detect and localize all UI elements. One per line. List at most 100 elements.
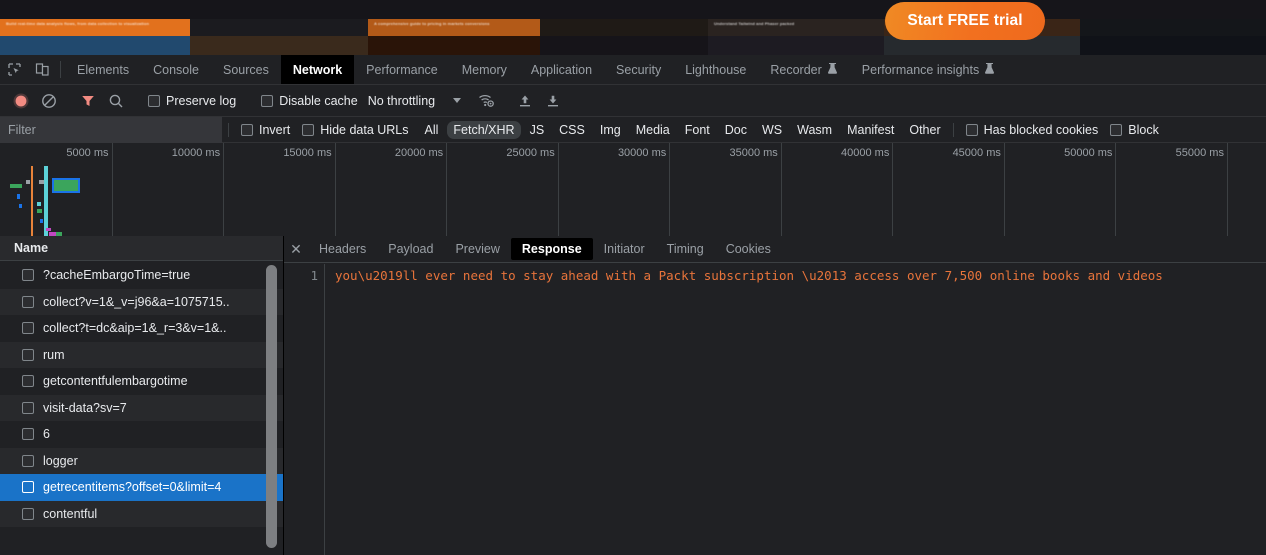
panel-tabs: Elements Console Sources Network Performance… [65,55,1007,84]
tab-network[interactable]: Network [280,55,355,84]
blocked-requests-checkbox[interactable]: Block [1104,123,1165,137]
timeline-bar [19,204,22,208]
timeline-selected-request [52,178,80,193]
filter-type-other[interactable]: Other [903,121,946,139]
book-cover[interactable]: A comprehensive guide to pricing in mark… [368,0,540,55]
filter-type-font[interactable]: Font [679,121,716,139]
detail-tab-preview[interactable]: Preview [444,238,510,260]
book-cover-art [0,36,190,55]
request-detail-panel: ✕ Headers Payload Preview Response Initiator… [284,236,1266,555]
tab-console[interactable]: Console [141,55,211,84]
record-icon[interactable] [8,89,34,113]
flask-icon [984,62,995,77]
filter-type-img[interactable]: Img [594,121,627,139]
timeline-tick-label: 25000 ms [506,147,555,159]
filter-type-media[interactable]: Media [630,121,676,139]
table-row[interactable]: visit-data?sv=7 [0,394,283,421]
close-icon[interactable]: ✕ [284,241,308,258]
throttling-select[interactable]: No throttling [368,94,462,108]
line-number: 1 [284,264,325,555]
tab-application[interactable]: Application [519,55,604,84]
device-toolbar-icon[interactable] [28,55,56,84]
hide-data-urls-checkbox[interactable]: Hide data URLs [296,123,414,137]
row-checkbox[interactable] [22,481,34,494]
row-checkbox[interactable] [22,428,34,441]
book-cover-art [540,36,708,55]
timeline-bar [44,224,48,227]
detail-tab-headers[interactable]: Headers [308,238,377,260]
filter-type-manifest[interactable]: Manifest [841,121,900,139]
detail-tab-cookies[interactable]: Cookies [715,238,782,260]
detail-tab-timing[interactable]: Timing [656,238,715,260]
table-row[interactable]: 6 [0,421,283,448]
invert-box [241,123,253,136]
filter-input[interactable] [0,116,222,143]
filter-type-ws[interactable]: WS [756,121,788,139]
book-cover[interactable]: Understand Tailwind and Phaser packed [708,0,884,55]
tab-elements[interactable]: Elements [65,55,141,84]
request-name: visit-data?sv=7 [43,400,127,415]
preserve-log-checkbox[interactable]: Preserve log [142,94,242,108]
export-har-icon[interactable] [540,89,566,113]
row-checkbox[interactable] [22,507,34,520]
response-body-viewer[interactable]: 1 you\u2019ll ever need to stay ahead wi… [284,264,1266,555]
table-row[interactable]: getrecentitems?offset=0&limit=4 [0,474,283,501]
table-row[interactable]: collect?t=dc&aip=1&_r=3&v=1&.. [0,315,283,342]
network-overview-timeline[interactable]: 5000 ms 10000 ms 15000 ms 20000 ms 25000 ms 3… [0,143,1266,240]
table-row[interactable]: contentful [0,500,283,527]
book-cover[interactable] [1080,0,1266,55]
filter-type-wasm[interactable]: Wasm [791,121,838,139]
request-name: 6 [43,427,50,442]
scrollbar-thumb[interactable] [266,265,277,548]
has-blocked-cookies-checkbox[interactable]: Has blocked cookies [960,123,1105,137]
table-row[interactable]: collect?v=1&_v=j96&a=1075715.. [0,288,283,315]
table-row[interactable]: logger [0,447,283,474]
row-checkbox[interactable] [22,295,34,308]
row-checkbox[interactable] [22,322,34,335]
disable-cache-checkbox[interactable]: Disable cache [255,94,364,108]
row-checkbox[interactable] [22,375,34,388]
network-conditions-icon[interactable] [473,89,499,113]
tab-security[interactable]: Security [604,55,673,84]
detail-tab-payload[interactable]: Payload [377,238,444,260]
import-har-icon[interactable] [512,89,538,113]
book-cover[interactable]: Build real-time data analysis flows, fro… [0,0,190,55]
tab-performance-insights[interactable]: Performance insights [850,55,1007,84]
resource-type-filters: All Fetch/XHR JS CSS Img Media Font Doc WS Wasm Ma… [419,120,947,139]
tab-sources[interactable]: Sources [211,55,281,84]
filter-type-fetch-xhr[interactable]: Fetch/XHR [447,120,521,139]
book-cover[interactable] [540,0,708,55]
table-row[interactable]: rum [0,341,283,368]
clear-icon[interactable] [36,89,62,113]
devtools-tabstrip: Elements Console Sources Network Performance… [0,55,1266,85]
filter-type-all[interactable]: All [419,121,445,139]
start-free-trial-button[interactable]: Start FREE trial [885,2,1045,40]
tab-lighthouse[interactable]: Lighthouse [673,55,758,84]
table-row[interactable]: getcontentfulembargotime [0,368,283,395]
row-checkbox[interactable] [22,348,34,361]
timeline-ruler: 5000 ms 10000 ms 15000 ms 20000 ms 25000 ms 3… [0,143,1266,239]
inspect-element-icon[interactable] [0,55,28,84]
search-icon[interactable] [103,89,129,113]
table-row[interactable]: ?cacheEmbargoTime=true [0,262,283,289]
tab-recorder[interactable]: Recorder [758,55,849,84]
filter-type-css[interactable]: CSS [553,121,591,139]
filter-type-doc[interactable]: Doc [719,121,753,139]
request-name: getrecentitems?offset=0&limit=4 [43,480,222,495]
row-checkbox[interactable] [22,269,34,282]
filter-type-js[interactable]: JS [524,121,551,139]
filter-icon[interactable] [75,89,101,113]
requests-panel: Name ?cacheEmbargoTime=true collect?v=1&_… [0,236,284,555]
detail-tab-initiator[interactable]: Initiator [593,238,656,260]
detail-tab-response[interactable]: Response [510,238,593,260]
disable-cache-label: Disable cache [279,93,358,108]
invert-label: Invert [259,122,291,137]
tab-memory[interactable]: Memory [450,55,519,84]
row-checkbox[interactable] [22,401,34,414]
row-checkbox[interactable] [22,454,34,467]
book-cover[interactable] [190,0,368,55]
requests-scrollbar[interactable] [266,263,277,555]
request-name: logger [43,453,78,468]
invert-checkbox[interactable]: Invert [235,123,296,137]
tab-performance[interactable]: Performance [354,55,450,84]
